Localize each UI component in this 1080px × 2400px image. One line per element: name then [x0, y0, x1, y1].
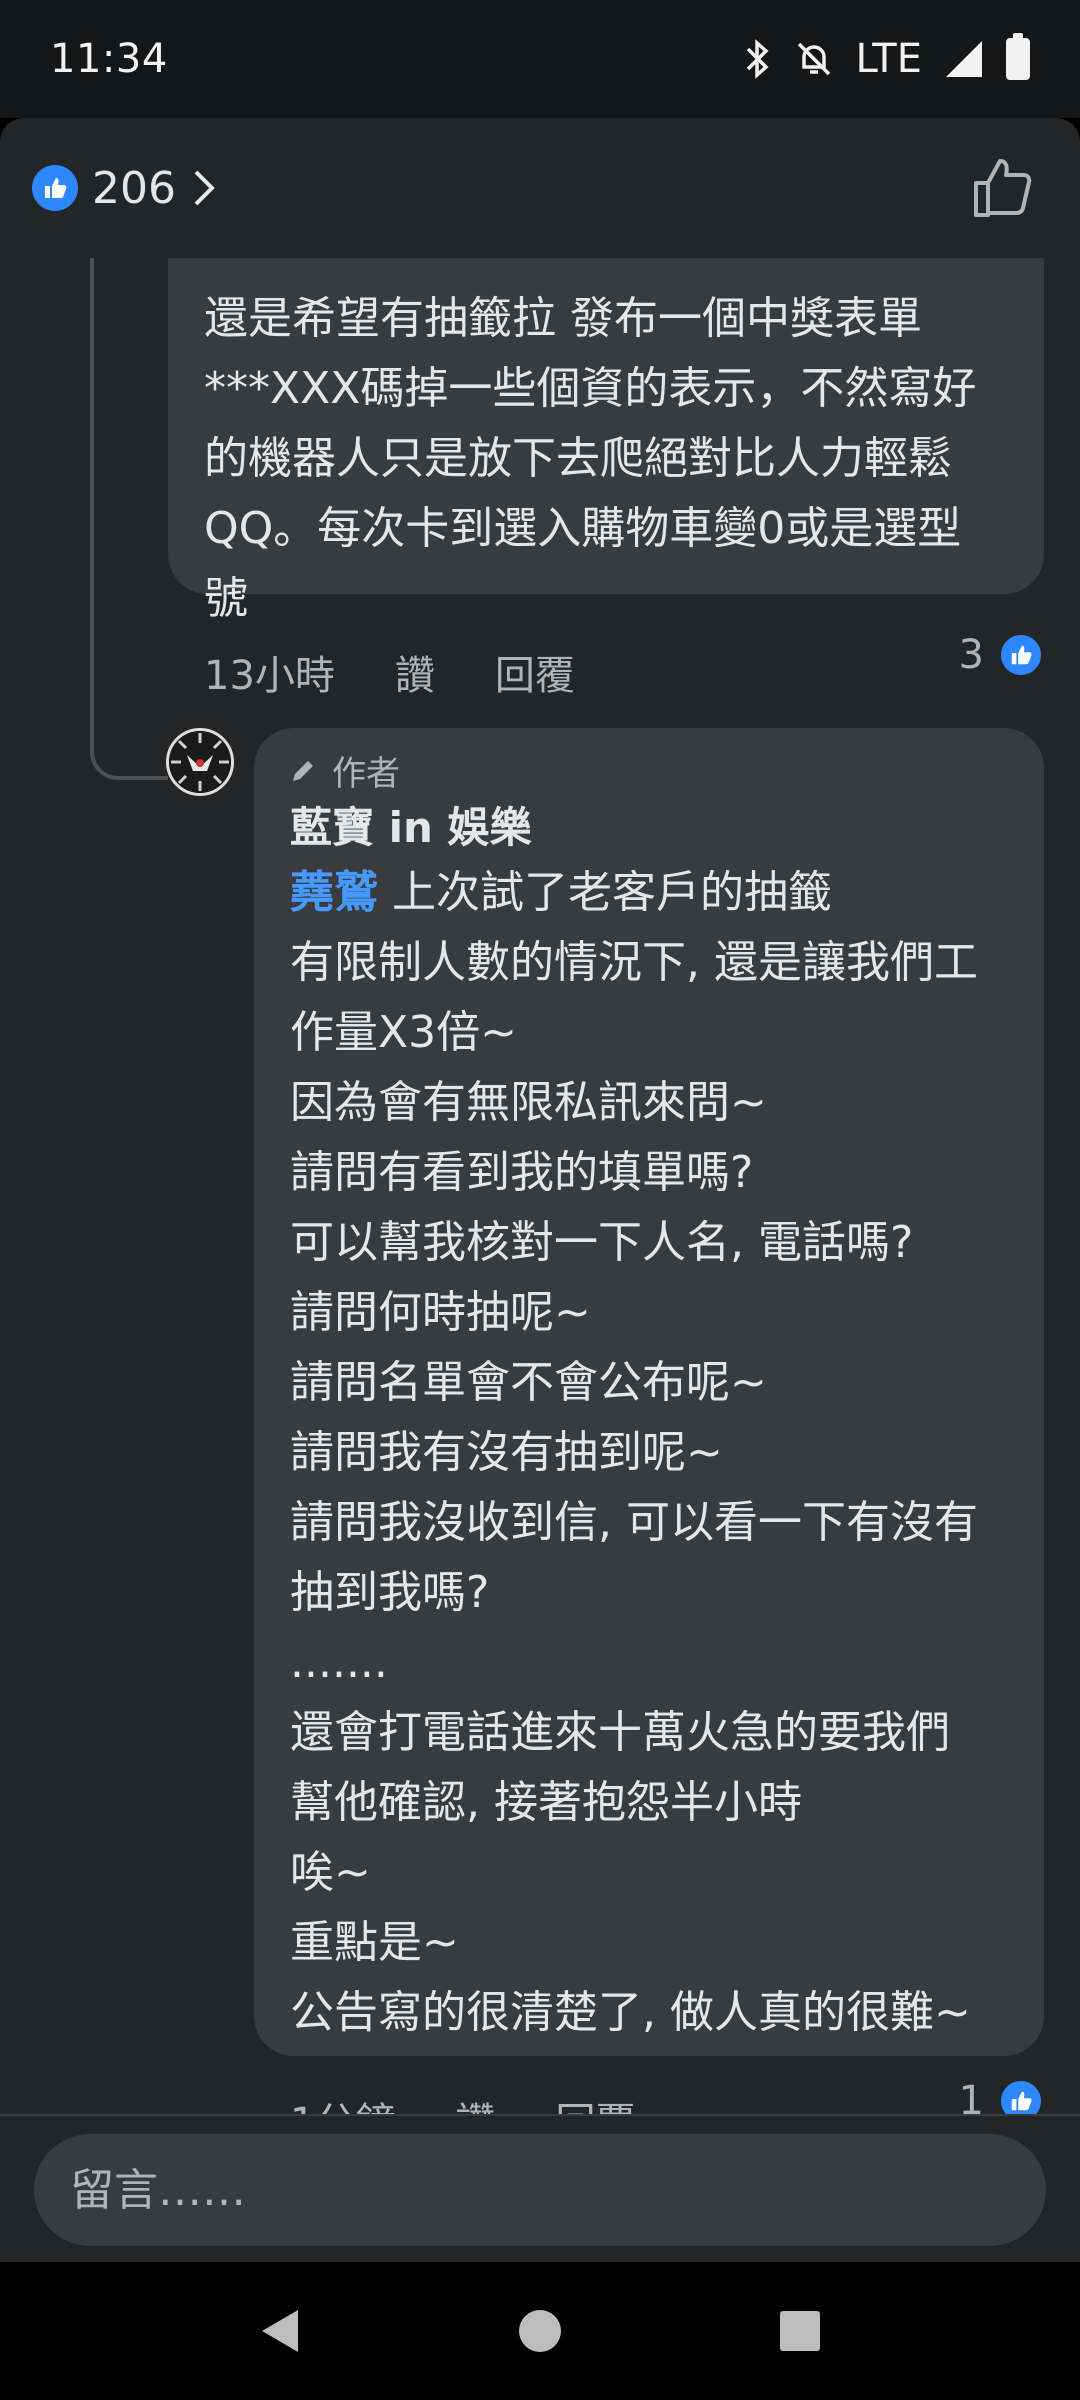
- chevron-right-icon: [194, 170, 215, 206]
- reply-line: 幫他確認, 接著抱怨半小時: [290, 1777, 802, 1828]
- notifications-off-icon: [797, 42, 830, 76]
- comment-input[interactable]: [34, 2134, 1046, 2246]
- reply-line: 還會打電話進來十萬火急的要我們: [290, 1707, 950, 1758]
- home-button[interactable]: [510, 2301, 570, 2361]
- reply-line: 請問我有沒有抽到呢~: [290, 1427, 723, 1478]
- comment-like-count: 3: [958, 632, 984, 678]
- system-nav-bar: [0, 2262, 1080, 2400]
- reply-text: 蕘鷲 上次試了老客戶的抽籤 有限制人數的情況下, 還是讓我們工 作量X3倍~ 因…: [290, 858, 1014, 2048]
- comment-bubble[interactable]: 還是希望有抽籤拉 發布一個中獎表單 ***XXX碼掉一些個資的表示，不然寫好 的…: [168, 258, 1044, 624]
- reply-line: 請問名單會不會公布呢~: [290, 1357, 767, 1408]
- like-reaction-icon: [998, 2078, 1044, 2114]
- comments-sheet: 206 還是希望有抽籤拉 發布一個中獎表單 ***XXX碼掉一些個資的表示，不然…: [0, 118, 1080, 2262]
- bluetooth-icon: [746, 39, 769, 79]
- status-bar: 11:34 LTE: [0, 0, 1080, 118]
- reply-reactions[interactable]: 1: [959, 2078, 1044, 2114]
- thread-connector: [90, 258, 168, 780]
- recents-icon: [780, 2311, 820, 2351]
- reply-line: 蕘鷲 上次試了老客戶的抽籤: [290, 858, 1014, 928]
- status-time: 11:34: [50, 36, 168, 82]
- author-name[interactable]: 藍寶 in 娛樂: [290, 794, 532, 855]
- comment-text: 還是希望有抽籤拉 發布一個中獎表單 ***XXX碼掉一些個資的表示，不然寫好 的…: [204, 293, 977, 624]
- reply-line: .......: [290, 1637, 388, 1688]
- like-reaction-icon: [32, 165, 78, 211]
- reply-time: 1分鐘: [290, 2090, 395, 2114]
- reactions-summary[interactable]: 206: [32, 163, 220, 214]
- reply-reply-button[interactable]: 回覆: [555, 2090, 635, 2114]
- reply-line: 重點是~: [290, 1917, 459, 1968]
- reply-line: 作量X3倍~: [290, 1007, 518, 1058]
- reply-line: 抽到我嗎?: [290, 1567, 490, 1618]
- sheet-header: 206: [0, 118, 1080, 258]
- like-reaction-icon: [998, 632, 1044, 678]
- network-type: LTE: [855, 36, 922, 82]
- status-icons: LTE: [742, 33, 1030, 82]
- comment-reply-button[interactable]: 回覆: [495, 643, 575, 701]
- home-icon: [519, 2310, 561, 2352]
- comments-list[interactable]: 還是希望有抽籤拉 發布一個中獎表單 ***XXX碼掉一些個資的表示，不然寫好 的…: [0, 258, 1080, 2114]
- reply-bubble[interactable]: 作者 藍寶 in 娛樂 蕘鷲 上次試了老客戶的抽籤 有限制人數的情況下, 還是讓…: [254, 728, 1044, 2056]
- reply-line: 請問有看到我的填單嗎?: [290, 1147, 754, 1198]
- reaction-count: 206: [92, 162, 176, 214]
- signal-icon: [946, 41, 982, 77]
- like-button-icon[interactable]: [968, 153, 1038, 223]
- reply-line: 可以幫我核對一下人名, 電話嗎?: [290, 1217, 914, 1268]
- comment-actions: 13小時 讚 回覆: [204, 643, 575, 701]
- reply-actions: 1分鐘 讚 回覆: [290, 2090, 635, 2114]
- reply-like-button[interactable]: 讚: [455, 2090, 495, 2114]
- pencil-icon: [293, 760, 313, 781]
- reply-line: 公告寫的很清楚了, 做人真的很難~: [290, 1987, 971, 2038]
- avatar[interactable]: [166, 728, 234, 796]
- author-badge-label: 作者: [332, 754, 400, 794]
- back-icon: [262, 2310, 298, 2352]
- reply-line-text: 上次試了老客戶的抽籤: [378, 867, 832, 918]
- recents-button[interactable]: [770, 2301, 830, 2361]
- mention-link[interactable]: 蕘鷲: [290, 867, 378, 918]
- comment-like-button[interactable]: 讚: [395, 643, 435, 701]
- back-button[interactable]: [250, 2301, 310, 2361]
- reply-line: 請問何時抽呢~: [290, 1287, 591, 1338]
- reply-like-count: 1: [958, 2078, 984, 2114]
- battery-icon: [1006, 33, 1030, 80]
- comment-time: 13小時: [204, 653, 335, 699]
- reply-line: 因為會有無限私訊來問~: [290, 1077, 767, 1128]
- comment-reactions[interactable]: 3: [959, 632, 1044, 678]
- comment-input-bar: [0, 2114, 1080, 2262]
- author-badge: 作者: [288, 746, 400, 795]
- reply-line: 請問我沒收到信, 可以看一下有沒有: [290, 1497, 978, 1548]
- reply-line: 唉~: [290, 1847, 371, 1898]
- reply-line: 有限制人數的情況下, 還是讓我們工: [290, 937, 978, 988]
